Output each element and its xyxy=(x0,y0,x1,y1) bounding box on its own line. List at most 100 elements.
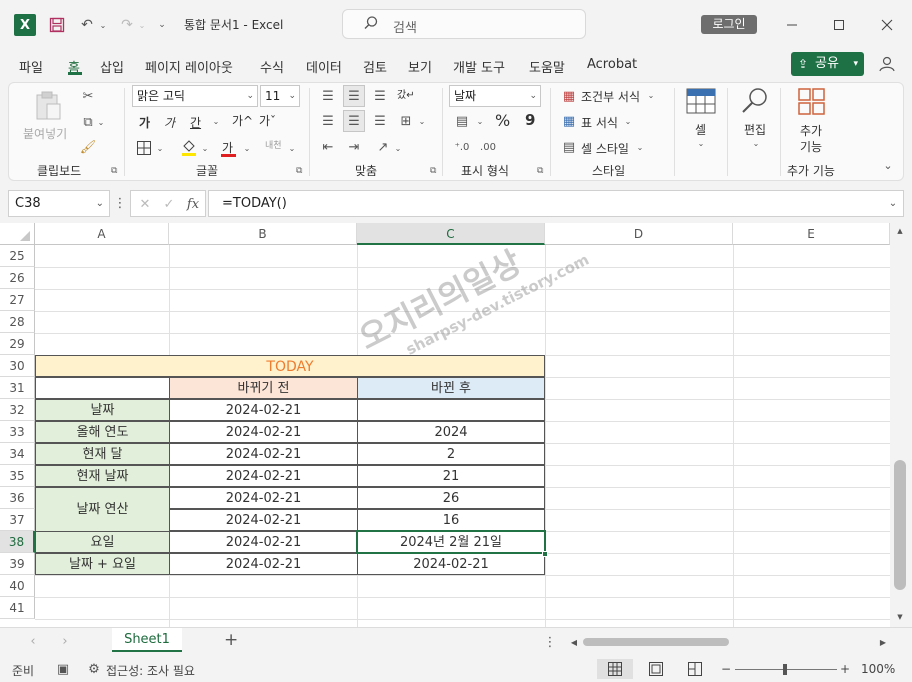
insert-function-icon[interactable]: fx xyxy=(183,194,203,214)
maximize-icon[interactable] xyxy=(828,14,850,36)
paste-label[interactable]: 붙여넣기 xyxy=(23,125,67,142)
orientation-icon[interactable]: ↗ xyxy=(372,137,394,157)
decrease-indent-icon[interactable]: ⇤ xyxy=(317,137,339,157)
tab-acrobat[interactable]: Acrobat xyxy=(587,57,637,72)
tab-page-layout[interactable]: 페이지 레이아웃 xyxy=(145,57,233,76)
save-icon[interactable] xyxy=(46,14,68,36)
shrink-font-button[interactable]: 가ˇ xyxy=(259,112,276,129)
fill-color-icon[interactable] xyxy=(180,137,198,157)
tab-file[interactable]: 파일 xyxy=(19,57,43,76)
font-size-combo[interactable]: 11 ⌄ xyxy=(260,85,300,107)
increase-indent-icon[interactable]: ⇥ xyxy=(343,137,365,157)
row-header[interactable]: 34 xyxy=(0,443,35,465)
underline-dropdown-icon[interactable]: ⌄ xyxy=(212,114,220,128)
editing-search-icon[interactable] xyxy=(740,86,770,116)
phonetic-button[interactable]: 내천 xyxy=(265,138,282,151)
addins-label-line1[interactable]: 추가 xyxy=(800,122,822,139)
chevron-down-icon[interactable]: ⌄ xyxy=(636,140,644,154)
row-header[interactable]: 37 xyxy=(0,509,35,531)
bold-button[interactable]: 가 xyxy=(139,114,150,131)
row-header[interactable]: 26 xyxy=(0,267,35,289)
tab-review[interactable]: 검토 xyxy=(363,57,387,76)
format-painter-icon[interactable]: 🖌 xyxy=(80,138,97,156)
macro-record-icon[interactable]: ▣ xyxy=(55,661,71,677)
font-name-combo[interactable]: 맑은 고딕 ⌄ xyxy=(132,85,258,107)
font-color-dropdown-icon[interactable]: ⌄ xyxy=(243,141,251,155)
column-header-b[interactable]: B xyxy=(169,223,357,245)
accessibility-status[interactable]: 접근성: 조사 필요 xyxy=(106,662,195,679)
before-header-cell[interactable]: 바뀌기 전 xyxy=(169,377,358,399)
search-box[interactable]: 검색 xyxy=(342,9,586,39)
row-header[interactable]: 29 xyxy=(0,333,35,355)
undo-icon[interactable]: ↶ xyxy=(76,14,98,36)
row-header[interactable]: 27 xyxy=(0,289,35,311)
cell-styles-button[interactable]: 셀 스타일 xyxy=(581,140,629,157)
redo-dropdown-icon[interactable]: ⌄ xyxy=(137,14,147,36)
align-right-icon[interactable]: ☰ xyxy=(369,111,391,131)
chevron-down-icon[interactable]: ⌄ xyxy=(752,137,760,149)
clipboard-launcher-icon[interactable]: ⧉ xyxy=(111,166,117,176)
comma-button[interactable]: 9 xyxy=(525,111,535,129)
after-value-cell[interactable]: 26 xyxy=(357,487,545,509)
before-value-cell[interactable]: 2024-02-21 xyxy=(169,509,358,531)
underline-button[interactable]: 간 xyxy=(190,114,201,131)
after-value-cell[interactable]: 2024 xyxy=(357,421,545,443)
redo-icon[interactable]: ↷ xyxy=(116,14,138,36)
accessibility-icon[interactable]: ⚙ xyxy=(86,661,102,677)
after-value-cell[interactable]: 16 xyxy=(357,509,545,531)
zoom-in-button[interactable]: + xyxy=(840,662,850,676)
paste-icon[interactable] xyxy=(33,90,63,122)
row-header[interactable]: 36 xyxy=(0,487,35,509)
after-header-cell[interactable]: 바뀐 후 xyxy=(357,377,545,399)
normal-view-icon[interactable] xyxy=(605,660,625,678)
copy-icon[interactable]: ⧉ xyxy=(80,113,96,131)
before-value-cell[interactable]: 2024-02-21 xyxy=(169,553,358,575)
italic-button[interactable]: 가 xyxy=(164,114,175,131)
label-cell-date-arithmetic[interactable]: 날짜 연산 xyxy=(35,487,170,532)
scroll-right-icon[interactable]: ▶ xyxy=(878,636,888,648)
tab-view[interactable]: 보기 xyxy=(408,57,432,76)
after-value-cell[interactable]: 21 xyxy=(357,465,545,487)
align-middle-icon[interactable]: ☰ xyxy=(343,86,365,106)
cancel-icon[interactable]: ✕ xyxy=(137,195,153,213)
row-header-selected[interactable]: 38 xyxy=(0,531,35,553)
format-as-table-button[interactable]: 표 서식 xyxy=(581,114,618,131)
chevron-down-icon[interactable]: ⌄ xyxy=(624,114,632,128)
cells-icon[interactable] xyxy=(686,88,716,114)
format-as-table-icon[interactable]: ▦ xyxy=(560,112,578,130)
page-break-view-icon[interactable] xyxy=(685,660,705,678)
before-value-cell[interactable]: 2024-02-21 xyxy=(169,465,358,487)
row-header[interactable]: 41 xyxy=(0,597,35,619)
align-bottom-icon[interactable]: ☰ xyxy=(369,86,391,106)
comments-icon[interactable] xyxy=(876,53,898,75)
row-header[interactable]: 39 xyxy=(0,553,35,575)
row-header[interactable]: 40 xyxy=(0,575,35,597)
zoom-slider-knob[interactable] xyxy=(783,664,787,675)
merge-dropdown-icon[interactable]: ⌄ xyxy=(418,114,426,128)
percent-button[interactable]: % xyxy=(495,111,510,130)
alignment-launcher-icon[interactable]: ⧉ xyxy=(430,166,436,176)
grow-font-button[interactable]: 가^ xyxy=(232,112,253,129)
row-header[interactable]: 30 xyxy=(0,355,35,377)
row-header[interactable]: 28 xyxy=(0,311,35,333)
enter-icon[interactable]: ✓ xyxy=(161,195,177,213)
login-button[interactable]: 로그인 xyxy=(701,15,757,34)
tab-insert[interactable]: 삽입 xyxy=(100,57,124,76)
before-value-cell[interactable]: 2024-02-21 xyxy=(169,399,358,421)
more-sheets-icon[interactable]: ⋮ xyxy=(544,634,557,650)
orientation-dropdown-icon[interactable]: ⌄ xyxy=(394,141,402,155)
row-header[interactable]: 33 xyxy=(0,421,35,443)
undo-dropdown-icon[interactable]: ⌄ xyxy=(98,14,108,36)
scroll-left-icon[interactable]: ◀ xyxy=(569,636,579,648)
border-icon[interactable] xyxy=(135,139,153,157)
empty-header-cell[interactable] xyxy=(35,377,170,399)
fill-color-dropdown-icon[interactable]: ⌄ xyxy=(201,141,209,155)
font-launcher-icon[interactable]: ⧉ xyxy=(296,166,302,176)
horizontal-scroll-thumb[interactable] xyxy=(583,638,729,646)
after-value-cell[interactable]: 2024-02-21 xyxy=(357,553,545,575)
add-sheet-button[interactable]: + xyxy=(224,630,238,650)
label-cell-month[interactable]: 현재 달 xyxy=(35,443,170,465)
column-header-a[interactable]: A xyxy=(35,223,169,245)
label-cell-day[interactable]: 현재 날짜 xyxy=(35,465,170,487)
name-box[interactable]: C38 ⌄ xyxy=(8,190,110,217)
